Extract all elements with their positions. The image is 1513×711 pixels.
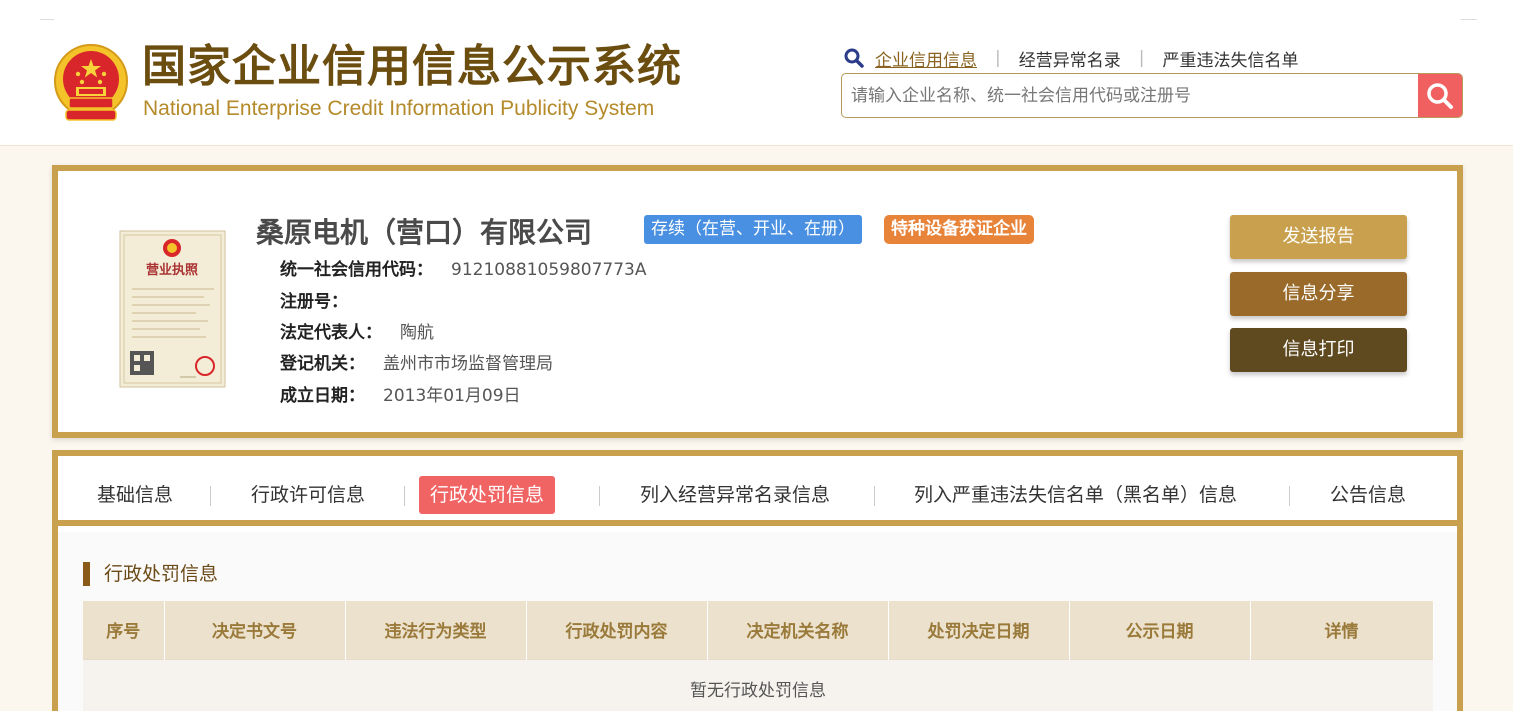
tab-admin-license[interactable]: 行政许可信息 (240, 476, 376, 514)
tab-announcements[interactable]: 公告信息 (1319, 476, 1417, 514)
tab-separator (874, 486, 875, 506)
nav-separator: | (1138, 48, 1145, 68)
site-title-cn: 国家企业信用信息公示系统 (142, 41, 682, 92)
col-serial: 序号 (83, 601, 165, 659)
top-nav: 企业信用信息 | 经营异常名录 | 严重违法失信名单 (843, 46, 1298, 71)
nav-abnormal-operations-list[interactable]: 经营异常名录 (1019, 46, 1121, 71)
tab-separator (1289, 486, 1290, 506)
col-violation-type: 违法行为类型 (345, 601, 527, 659)
field-credit-code: 统一社会信用代码： 91210881059807773A (280, 258, 647, 282)
field-establishment-date: 成立日期： 2013年01月09日 (280, 384, 521, 408)
col-publicity-date: 公示日期 (1069, 601, 1251, 659)
empty-message: 暂无行政处罚信息 (83, 658, 1433, 711)
nav-serious-violation-list[interactable]: 严重违法失信名单 (1162, 46, 1298, 71)
col-authority-name: 决定机关名称 (707, 601, 889, 659)
tab-separator (210, 486, 211, 506)
site-title-en: National Enterprise Credit Information P… (143, 97, 655, 120)
search-button[interactable] (1418, 74, 1462, 117)
header-edge-line (40, 19, 54, 20)
col-decision-date: 处罚决定日期 (888, 601, 1070, 659)
tab-basic-info[interactable]: 基础信息 (86, 476, 184, 514)
tab-abnormal-operations[interactable]: 列入经营异常名录信息 (629, 476, 841, 514)
table-row: 暂无行政处罚信息 (83, 658, 1433, 711)
info-tabs: 基础信息 行政许可信息 行政处罚信息 列入经营异常名录信息 列入严重违法失信名单… (58, 456, 1457, 526)
special-equipment-badge: 特种设备获证企业 (884, 215, 1034, 244)
field-value: 2013年01月09日 (383, 386, 521, 406)
print-info-button[interactable]: 信息打印 (1230, 328, 1407, 372)
field-legal-representative: 法定代表人： 陶航 (280, 321, 434, 345)
field-label: 成立日期： (280, 386, 365, 406)
table-header-row: 序号 决定书文号 违法行为类型 行政处罚内容 决定机关名称 处罚决定日期 公示日… (83, 601, 1434, 659)
field-label: 登记机关： (280, 354, 365, 374)
search-input[interactable] (842, 74, 1420, 117)
col-decision-number: 决定书文号 (164, 601, 346, 659)
nav-separator: | (995, 48, 1001, 68)
header-edge-line (1461, 19, 1477, 20)
company-card: 营业执照 桑原电机（营口）有限公司 存续（在营、开业、在册） 特种设备获证企业 … (52, 165, 1463, 438)
field-registration-number: 注册号： (280, 290, 366, 314)
business-license-image[interactable]: 营业执照 (116, 227, 229, 391)
section-title: 行政处罚信息 (83, 562, 218, 586)
status-badge: 存续（在营、开业、在册） (644, 215, 862, 244)
col-penalty-content: 行政处罚内容 (526, 601, 708, 659)
search-bar (841, 73, 1463, 118)
penalty-table: 序号 决定书文号 违法行为类型 行政处罚内容 决定机关名称 处罚决定日期 公示日… (83, 601, 1434, 711)
tab-blacklist[interactable]: 列入严重违法失信名单（黑名单）信息 (903, 476, 1248, 514)
field-value: 陶航 (400, 323, 434, 343)
tab-separator (404, 486, 405, 506)
field-registration-authority: 登记机关： 盖州市市场监督管理局 (280, 352, 553, 376)
field-label: 统一社会信用代码： (280, 260, 433, 280)
company-name: 桑原电机（营口）有限公司 (256, 216, 593, 249)
field-label: 注册号： (280, 292, 348, 312)
site-header: 国家企业信用信息公示系统 National Enterprise Credit … (0, 0, 1513, 146)
tab-separator (599, 486, 600, 506)
info-tab-panel: 基础信息 行政许可信息 行政处罚信息 列入经营异常名录信息 列入严重违法失信名单… (52, 450, 1463, 711)
penalty-section: 行政处罚信息 序号 决定书文号 违法行为类型 行政处罚内容 决定机关名称 处罚决… (58, 532, 1457, 711)
field-label: 法定代表人： (280, 323, 382, 343)
magnifier-icon (844, 48, 864, 68)
nav-enterprise-credit-info[interactable]: 企业信用信息 (875, 46, 977, 71)
field-value: 盖州市市场监督管理局 (383, 354, 553, 374)
national-emblem-icon (54, 44, 128, 121)
send-report-button[interactable]: 发送报告 (1230, 215, 1407, 259)
col-details: 详情 (1250, 601, 1434, 659)
field-value: 91210881059807773A (451, 260, 647, 280)
tab-admin-penalty[interactable]: 行政处罚信息 (419, 476, 556, 514)
search-icon (1427, 82, 1453, 109)
share-info-button[interactable]: 信息分享 (1230, 272, 1407, 316)
license-title: 营业执照 (146, 262, 198, 278)
